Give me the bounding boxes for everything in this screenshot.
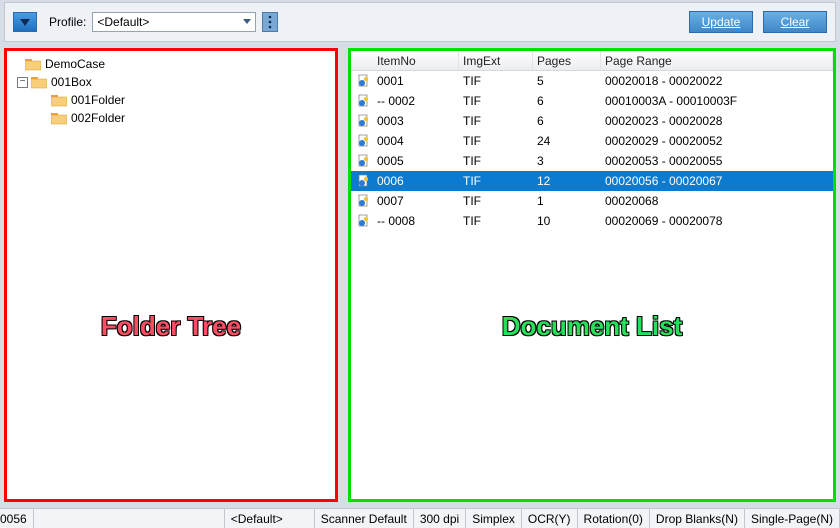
chevron-down-icon <box>19 17 31 27</box>
cell-imgext: TIF <box>459 194 533 208</box>
cell-imgext: TIF <box>459 214 533 228</box>
annotation-folder-tree: Folder Tree <box>7 311 335 342</box>
status-ocr: OCR(Y) <box>522 509 578 528</box>
folder-tree-pane: DemoCase − 001Box 001Folder <box>4 48 338 502</box>
cell-imgext: TIF <box>459 134 533 148</box>
status-profile: <Default> <box>225 509 315 528</box>
tree-folder[interactable]: 001Folder <box>11 91 331 109</box>
cell-range: 00020069 - 00020078 <box>601 214 833 228</box>
status-blanks: Drop Blanks(N) <box>650 509 745 528</box>
update-button[interactable]: Update <box>689 11 753 33</box>
chevron-down-icon <box>242 17 252 27</box>
cell-pages: 10 <box>533 214 601 228</box>
cell-pages: 12 <box>533 174 601 188</box>
tree-folder-label: 001Folder <box>71 93 125 107</box>
document-icon <box>351 114 373 128</box>
document-table[interactable]: ItemNo ImgExt Pages Page Range 0001TIF50… <box>351 51 833 231</box>
table-row[interactable]: -- 0008TIF1000020069 - 00020078 <box>351 211 833 231</box>
main-area: DemoCase − 001Box 001Folder <box>0 48 840 508</box>
document-icon <box>351 154 373 168</box>
cell-imgext: TIF <box>459 74 533 88</box>
document-icon <box>351 74 373 88</box>
tree-folder[interactable]: 002Folder <box>11 109 331 127</box>
cell-imgext: TIF <box>459 154 533 168</box>
cell-range: 00020029 - 00020052 <box>601 134 833 148</box>
table-header: ItemNo ImgExt Pages Page Range <box>351 51 833 71</box>
cell-range: 00020053 - 00020055 <box>601 154 833 168</box>
profile-label: Profile: <box>49 15 86 29</box>
col-imgext[interactable]: ImgExt <box>459 51 533 70</box>
folder-icon <box>25 57 41 71</box>
profile-combo[interactable]: <Default> <box>92 12 256 32</box>
annotation-document-list: Document List <box>351 311 833 342</box>
cell-itemno: -- 0002 <box>373 94 459 108</box>
document-list-pane: ItemNo ImgExt Pages Page Range 0001TIF50… <box>348 48 836 502</box>
col-itemno[interactable]: ItemNo <box>373 51 459 70</box>
cell-range: 00020023 - 00020028 <box>601 114 833 128</box>
cell-pages: 24 <box>533 134 601 148</box>
cell-imgext: TIF <box>459 94 533 108</box>
folder-icon <box>51 93 67 107</box>
document-icon <box>351 94 373 108</box>
cell-imgext: TIF <box>459 114 533 128</box>
cell-itemno: -- 0008 <box>373 214 459 228</box>
tree-root[interactable]: DemoCase <box>11 55 331 73</box>
status-rotation: Rotation(0) <box>578 509 650 528</box>
clear-button[interactable]: Clear <box>763 11 827 33</box>
toolbar: Profile: <Default> Update Clear <box>4 2 836 42</box>
table-row[interactable]: 0003TIF600020023 - 00020028 <box>351 111 833 131</box>
table-row[interactable]: 0006TIF1200020056 - 00020067 <box>351 171 833 191</box>
cell-range: 00010003A - 00010003F <box>601 94 833 108</box>
table-row[interactable]: 0004TIF2400020029 - 00020052 <box>351 131 833 151</box>
cell-itemno: 0001 <box>373 74 459 88</box>
cell-pages: 5 <box>533 74 601 88</box>
cell-itemno: 0005 <box>373 154 459 168</box>
app-root: Profile: <Default> Update Clear DemoCa <box>0 0 840 528</box>
cell-pages: 6 <box>533 94 601 108</box>
tree-root-label: DemoCase <box>45 57 105 71</box>
cell-itemno: 0003 <box>373 114 459 128</box>
cell-range: 00020018 - 00020022 <box>601 74 833 88</box>
cell-pages: 6 <box>533 114 601 128</box>
folder-icon <box>51 111 67 125</box>
status-fragment: 0056 <box>0 509 34 528</box>
profile-value: <Default> <box>97 15 149 29</box>
folder-icon <box>31 75 47 89</box>
cell-pages: 1 <box>533 194 601 208</box>
status-scanner: Scanner Default <box>315 509 414 528</box>
profile-actions-button[interactable] <box>262 12 278 32</box>
document-icon <box>351 194 373 208</box>
document-icon <box>351 174 373 188</box>
status-spacer <box>34 509 225 528</box>
table-row[interactable]: -- 0002TIF600010003A - 00010003F <box>351 91 833 111</box>
status-singlepage: Single-Page(N) <box>745 509 840 528</box>
col-range[interactable]: Page Range <box>601 51 833 70</box>
cell-pages: 3 <box>533 154 601 168</box>
table-row[interactable]: 0007TIF100020068 <box>351 191 833 211</box>
tree-folder-label: 002Folder <box>71 111 125 125</box>
cell-range: 00020068 <box>601 194 833 208</box>
cell-itemno: 0007 <box>373 194 459 208</box>
cell-itemno: 0004 <box>373 134 459 148</box>
tree-box-label: 001Box <box>51 75 92 89</box>
status-dpi: 300 dpi <box>414 509 466 528</box>
document-icon <box>351 134 373 148</box>
table-row[interactable]: 0001TIF500020018 - 00020022 <box>351 71 833 91</box>
col-pages[interactable]: Pages <box>533 51 601 70</box>
vertical-dots-icon <box>267 15 273 29</box>
cell-itemno: 0006 <box>373 174 459 188</box>
status-duplex: Simplex <box>466 509 522 528</box>
cell-imgext: TIF <box>459 174 533 188</box>
table-row[interactable]: 0005TIF300020053 - 00020055 <box>351 151 833 171</box>
document-icon <box>351 214 373 228</box>
collapse-toggle[interactable]: − <box>17 77 28 88</box>
menu-dropdown-button[interactable] <box>13 12 37 32</box>
status-bar: 0056 <Default> Scanner Default 300 dpi S… <box>0 508 840 528</box>
folder-tree[interactable]: DemoCase − 001Box 001Folder <box>7 51 335 131</box>
tree-box[interactable]: − 001Box <box>11 73 331 91</box>
cell-range: 00020056 - 00020067 <box>601 174 833 188</box>
